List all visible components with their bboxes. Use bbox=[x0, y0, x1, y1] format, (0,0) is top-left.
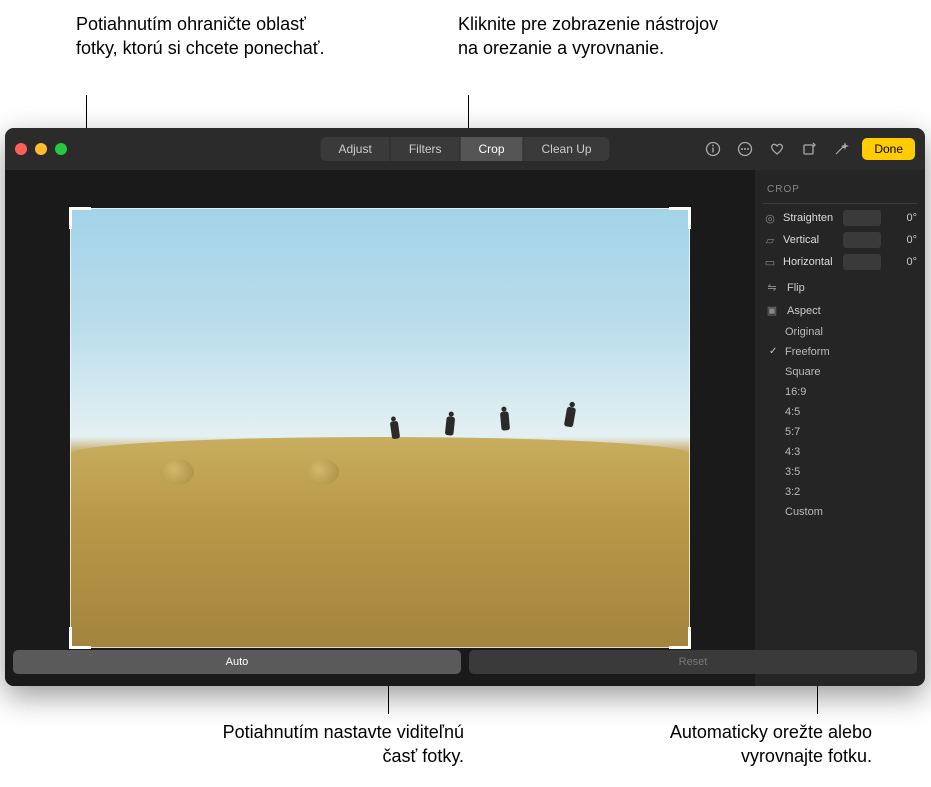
aspect-5-7[interactable]: 5:7 bbox=[785, 422, 917, 442]
aspect-freeform[interactable]: Freeform bbox=[785, 342, 917, 362]
close-window-button[interactable] bbox=[15, 143, 27, 155]
tab-cleanup[interactable]: Clean Up bbox=[524, 137, 610, 161]
aspect-4-3[interactable]: 4:3 bbox=[785, 442, 917, 462]
window-controls bbox=[15, 143, 67, 155]
straighten-value: 0° bbox=[887, 212, 917, 224]
photo-canvas[interactable] bbox=[5, 170, 755, 686]
flip-label: Flip bbox=[787, 282, 805, 294]
aspect-custom[interactable]: Custom bbox=[785, 502, 917, 522]
aspect-list: Original Freeform Square 16:9 4:5 5:7 4:… bbox=[763, 322, 917, 522]
rotate-icon[interactable] bbox=[798, 138, 820, 160]
sidebar-title: CROP bbox=[763, 180, 917, 204]
callout-auto: Automaticky orežte alebo vyrovnajte fotk… bbox=[612, 720, 872, 769]
tab-adjust[interactable]: Adjust bbox=[320, 137, 390, 161]
aspect-16-9[interactable]: 16:9 bbox=[785, 382, 917, 402]
horizontal-row[interactable]: ▭ Horizontal 0° bbox=[763, 254, 917, 270]
aspect-header[interactable]: ▣ Aspect bbox=[763, 299, 917, 322]
crop-sidebar: CROP ◎ Straighten 0° ▱ Vertical 0° ▭ Hor… bbox=[755, 170, 925, 686]
vertical-label: Vertical bbox=[783, 234, 837, 246]
horizontal-value: 0° bbox=[887, 256, 917, 268]
aspect-original[interactable]: Original bbox=[785, 322, 917, 342]
crop-frame[interactable] bbox=[70, 208, 690, 648]
vertical-perspective-icon: ▱ bbox=[763, 233, 777, 247]
callout-drag-corner: Potiahnutím ohraničte oblasť fotky, ktor… bbox=[76, 12, 336, 61]
zoom-window-button[interactable] bbox=[55, 143, 67, 155]
info-icon[interactable] bbox=[702, 138, 724, 160]
enhance-icon[interactable] bbox=[830, 138, 852, 160]
favorite-icon[interactable] bbox=[766, 138, 788, 160]
straighten-row[interactable]: ◎ Straighten 0° bbox=[763, 210, 917, 226]
more-icon[interactable] bbox=[734, 138, 756, 160]
reset-button[interactable]: Reset bbox=[755, 650, 917, 674]
aspect-3-2[interactable]: 3:2 bbox=[785, 482, 917, 502]
flip-button[interactable]: ⇋ Flip bbox=[763, 276, 917, 299]
tab-filters[interactable]: Filters bbox=[391, 137, 461, 161]
callout-drag-photo: Potiahnutím nastavte viditeľnú časť fotk… bbox=[204, 720, 464, 769]
aspect-3-5[interactable]: 3:5 bbox=[785, 462, 917, 482]
vertical-slider[interactable] bbox=[843, 232, 881, 248]
titlebar: Adjust Filters Crop Clean Up Done bbox=[5, 128, 925, 170]
aspect-icon: ▣ bbox=[765, 304, 779, 317]
horizontal-perspective-icon: ▭ bbox=[763, 255, 777, 269]
horizontal-slider[interactable] bbox=[843, 254, 881, 270]
tab-crop[interactable]: Crop bbox=[460, 137, 523, 161]
straighten-label: Straighten bbox=[783, 212, 837, 224]
aspect-square[interactable]: Square bbox=[785, 362, 917, 382]
aspect-4-5[interactable]: 4:5 bbox=[785, 402, 917, 422]
photo-preview[interactable] bbox=[70, 208, 690, 648]
straighten-slider[interactable] bbox=[843, 210, 881, 226]
vertical-row[interactable]: ▱ Vertical 0° bbox=[763, 232, 917, 248]
done-button[interactable]: Done bbox=[862, 138, 915, 160]
sidebar-bottom-buttons: Auto Reset bbox=[755, 650, 917, 674]
flip-icon: ⇋ bbox=[765, 281, 779, 294]
vertical-value: 0° bbox=[887, 234, 917, 246]
toolbar-right: Done bbox=[702, 138, 915, 160]
horizontal-label: Horizontal bbox=[783, 256, 837, 268]
minimize-window-button[interactable] bbox=[35, 143, 47, 155]
content-area: CROP ◎ Straighten 0° ▱ Vertical 0° ▭ Hor… bbox=[5, 170, 925, 686]
callout-click-crop: Kliknite pre zobrazenie nástrojov na ore… bbox=[458, 12, 738, 61]
straighten-icon: ◎ bbox=[763, 211, 777, 225]
aspect-label: Aspect bbox=[787, 305, 821, 317]
photos-edit-window: Adjust Filters Crop Clean Up Done bbox=[5, 128, 925, 686]
edit-mode-tabs: Adjust Filters Crop Clean Up bbox=[320, 137, 609, 161]
